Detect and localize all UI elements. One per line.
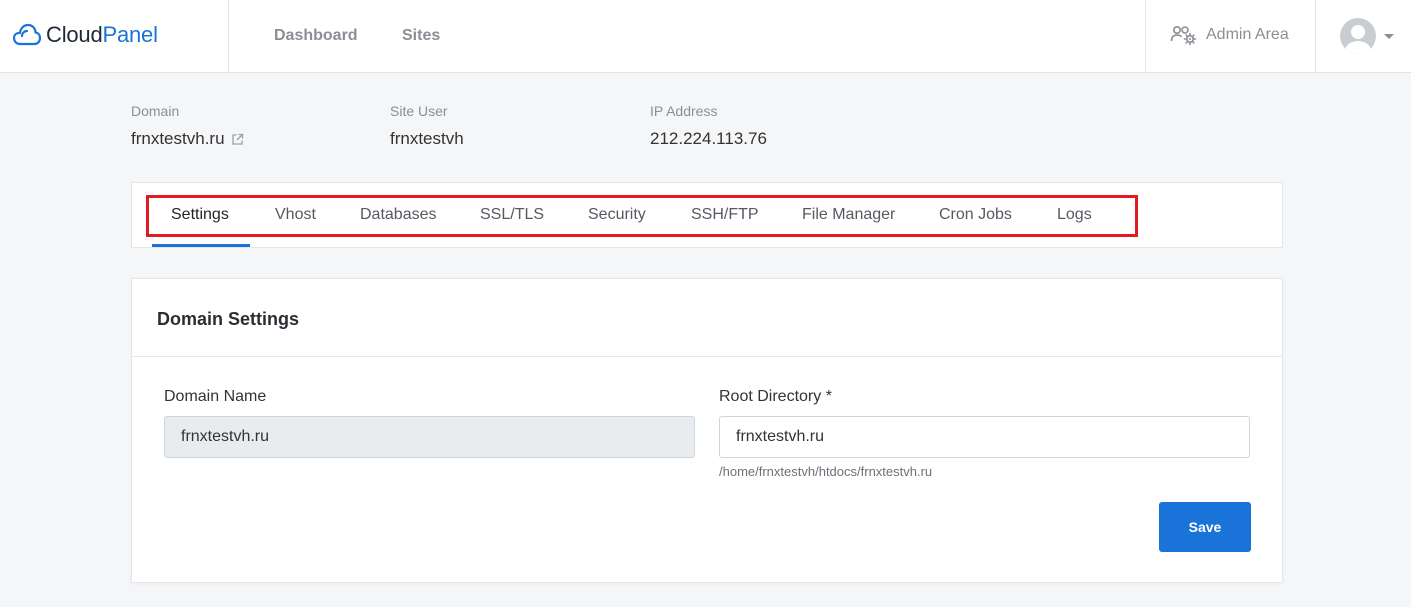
domain-name-field: frnxtestvh.ru	[164, 416, 695, 458]
tab-file-manager[interactable]: File Manager	[802, 206, 895, 224]
card-divider	[132, 356, 1282, 357]
tab-settings[interactable]: Settings	[171, 206, 229, 224]
tab-vhost[interactable]: Vhost	[275, 206, 316, 224]
top-navbar: CloudPanel Dashboard Sites Admin Area	[0, 0, 1411, 73]
site-user-info: Site User frnxtestvh	[390, 103, 464, 149]
nav-sites[interactable]: Sites	[402, 27, 440, 45]
site-user-label: Site User	[390, 103, 448, 119]
domain-name-label: Domain Name	[164, 388, 267, 405]
chevron-down-icon	[1384, 33, 1394, 39]
site-user-value: frnxtestvh	[390, 129, 464, 148]
users-gear-icon	[1170, 25, 1197, 46]
tab-security[interactable]: Security	[588, 206, 646, 224]
card-title: Domain Settings	[157, 309, 300, 329]
tab-ssl-tls[interactable]: SSL/TLS	[480, 206, 544, 224]
ip-address-value: 212.224.113.76	[650, 129, 767, 148]
external-link-icon[interactable]	[231, 133, 244, 146]
ip-address-info: IP Address 212.224.113.76	[650, 103, 767, 149]
tab-logs[interactable]: Logs	[1057, 206, 1092, 224]
domain-label: Domain	[131, 103, 180, 119]
avatar	[1340, 18, 1376, 54]
admin-area-link[interactable]: Admin Area	[1170, 24, 1289, 46]
domain-value: frnxtestvh.ru	[131, 129, 225, 148]
root-directory-input[interactable]: frnxtestvh.ru	[719, 416, 1250, 458]
brand-name: CloudPanel	[46, 22, 158, 47]
save-button[interactable]: Save	[1159, 502, 1251, 552]
active-tab-indicator	[152, 244, 250, 247]
nav-divider	[1145, 0, 1146, 72]
nav-divider	[228, 0, 229, 72]
tab-cron-jobs[interactable]: Cron Jobs	[939, 206, 1012, 224]
domain-value-row: frnxtestvh.ru	[131, 129, 244, 149]
domain-info: Domain frnxtestvh.ru	[131, 103, 244, 149]
ip-address-label: IP Address	[650, 103, 718, 119]
tab-ssh-ftp[interactable]: SSH/FTP	[691, 206, 759, 224]
tab-databases[interactable]: Databases	[360, 206, 437, 224]
cloud-icon	[13, 23, 41, 46]
domain-settings-card: Domain Settings Domain Name frnxtestvh.r…	[131, 278, 1283, 583]
cloudpanel-logo[interactable]: CloudPanel	[13, 20, 158, 50]
user-menu[interactable]	[1340, 18, 1394, 54]
admin-area-label: Admin Area	[1206, 26, 1289, 43]
nav-divider	[1315, 0, 1316, 72]
nav-dashboard[interactable]: Dashboard	[274, 27, 358, 45]
root-directory-label: Root Directory *	[719, 388, 832, 405]
root-directory-hint: /home/frnxtestvh/htdocs/frnxtestvh.ru	[719, 464, 933, 479]
